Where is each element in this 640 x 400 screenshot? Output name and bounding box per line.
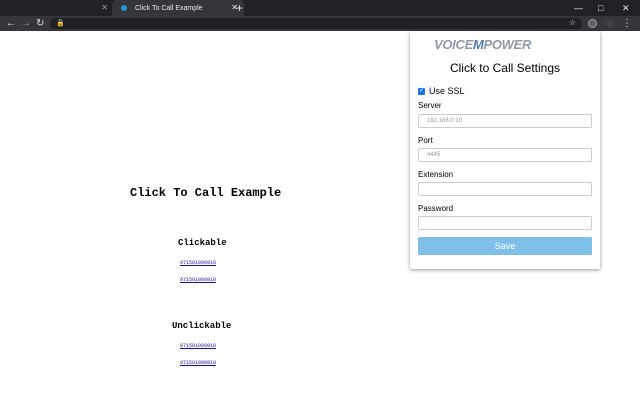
- port-field[interactable]: 4445: [418, 148, 592, 162]
- server-field[interactable]: 192.168.0.10: [418, 114, 592, 128]
- minimize-icon[interactable]: —: [574, 1, 583, 15]
- close-tab-icon[interactable]: ✕: [101, 3, 108, 12]
- profile-avatar[interactable]: [606, 19, 615, 28]
- page-title: Click To Call Example: [130, 186, 282, 200]
- reload-icon[interactable]: ↻: [36, 16, 44, 31]
- bookmark-star-icon[interactable]: ☆: [569, 18, 576, 27]
- port-label: Port: [418, 136, 433, 145]
- server-label: Server: [418, 101, 442, 110]
- tab-inactive[interactable]: ✕: [0, 0, 112, 16]
- extension-icon[interactable]: [588, 19, 597, 28]
- voicempower-logo: VOICEMPOWER: [434, 37, 532, 52]
- phone-link[interactable]: 971501000910: [180, 277, 216, 283]
- tab-click-to-call[interactable]: Click To Call Example ✕: [112, 0, 244, 16]
- phone-link[interactable]: 971501000910: [180, 360, 216, 366]
- tab-title: Click To Call Example: [135, 4, 203, 12]
- popup-title: Click to Call Settings: [449, 61, 561, 75]
- save-button[interactable]: Save: [418, 237, 592, 255]
- unclickable-heading: Unclickable: [172, 321, 232, 331]
- maximize-icon[interactable]: □: [598, 1, 603, 15]
- lock-icon[interactable]: 🔒: [56, 19, 65, 27]
- phone-link[interactable]: 971501000910: [180, 343, 216, 349]
- extension-field[interactable]: [418, 182, 592, 196]
- settings-popup: VOICEMPOWER Click to Call Settings ✓ Use…: [410, 31, 600, 269]
- plus-icon[interactable]: +: [236, 1, 243, 15]
- back-icon[interactable]: ←: [6, 16, 16, 31]
- tab-strip: ✕ Click To Call Example ✕ + — □ ✕: [0, 0, 640, 16]
- favicon-icon: [121, 5, 127, 11]
- browser-toolbar: ← → ↻ 🔒 ☆ ⋮: [0, 16, 640, 31]
- phone-link[interactable]: 971501000910: [180, 260, 216, 266]
- close-icon[interactable]: ✕: [622, 1, 630, 15]
- use-ssl-checkbox[interactable]: ✓: [418, 87, 425, 95]
- extension-label: Extension: [418, 170, 454, 179]
- password-field[interactable]: [418, 216, 592, 230]
- use-ssl-label: Use SSL: [429, 86, 465, 96]
- forward-icon[interactable]: →: [21, 16, 31, 31]
- use-ssl-row[interactable]: ✓ Use SSL: [418, 86, 465, 96]
- menu-icon[interactable]: ⋮: [622, 16, 632, 31]
- clickable-heading: Clickable: [178, 238, 227, 248]
- address-bar[interactable]: 🔒 ☆: [50, 18, 582, 29]
- password-label: Password: [418, 204, 454, 213]
